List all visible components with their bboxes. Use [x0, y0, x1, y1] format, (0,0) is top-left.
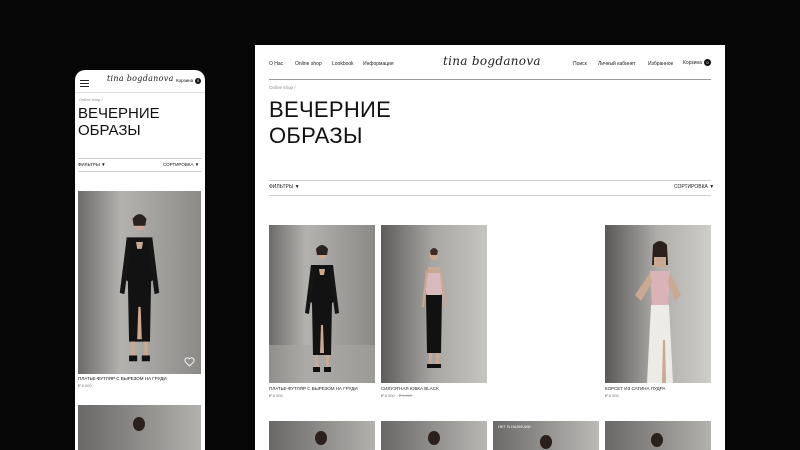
- page-title-line-1: ВЕЧЕРНИЕ: [269, 97, 392, 122]
- breadcrumb[interactable]: Online shop /: [269, 85, 296, 90]
- product-image-dress[interactable]: [269, 225, 375, 383]
- nav-lookbook[interactable]: Lookbook: [332, 61, 354, 67]
- filter-bar-bottom-divider: [269, 195, 711, 196]
- triangle-down-icon: ▼: [194, 162, 200, 167]
- product-name-skirt[interactable]: СИЛУЭТНАЯ ЮБКА BLACK: [381, 386, 439, 391]
- mobile-product-name[interactable]: ПЛАТЬЕ-ФУТЛЯР С ВЫРЕЗОМ НА ГРУДИ: [78, 376, 167, 381]
- product-price-skirt: ₽ 8 000 ₽ 8 000: [381, 393, 412, 398]
- nav-account[interactable]: Личный кабинет: [598, 61, 636, 67]
- mobile-cart-count-badge: 0: [195, 78, 202, 84]
- heart-icon[interactable]: [184, 357, 195, 367]
- mobile-product-image-dress[interactable]: [78, 191, 201, 374]
- product-photo: [605, 225, 711, 383]
- product-name-dress[interactable]: ПЛАТЬЕ-ФУТЛЯР С ВЫРЕЗОМ НА ГРУДИ: [269, 386, 358, 391]
- triangle-down-icon: ▼: [294, 184, 300, 190]
- cart-label: Корзина: [683, 59, 703, 66]
- hamburger-icon[interactable]: [80, 80, 89, 89]
- mobile-page-title-line-2: ОБРАЗЫ: [78, 122, 141, 139]
- mobile-cart[interactable]: Корзина 0: [176, 78, 202, 84]
- nav-search[interactable]: Поиск: [573, 61, 587, 67]
- mobile-filters-button[interactable]: ФИЛЬТРЫ ▼: [78, 162, 106, 167]
- product-image-row2-2[interactable]: [381, 421, 487, 450]
- mobile-product-photo: [78, 191, 201, 374]
- sort-button[interactable]: СОРТИРОВКА ▼: [674, 184, 714, 190]
- product-image-row2-4[interactable]: [605, 421, 711, 450]
- mobile-page-title: ВЕЧЕРНИЕ ОБРАЗЫ: [78, 105, 160, 139]
- product-photo: [269, 225, 375, 383]
- mobile-sort-button[interactable]: СОРТИРОВКА ▼: [163, 162, 199, 167]
- model-head: [133, 417, 145, 431]
- product-image-skirt[interactable]: [381, 225, 487, 383]
- mobile-breadcrumb[interactable]: Online shop /: [79, 97, 103, 102]
- cart-count-badge: 0: [704, 59, 712, 66]
- model-head: [540, 435, 552, 449]
- nav-info[interactable]: Информация: [363, 61, 394, 67]
- nav-online-shop[interactable]: Online shop: [295, 61, 322, 67]
- mobile-product-image-next[interactable]: [78, 405, 201, 450]
- filters-button[interactable]: ФИЛЬТРЫ ▼: [269, 184, 300, 190]
- nav-cart[interactable]: Корзина 0: [683, 59, 712, 66]
- model-head: [428, 431, 440, 445]
- mobile-filters-label: ФИЛЬТРЫ: [78, 162, 100, 167]
- triangle-down-icon: ▼: [709, 184, 715, 190]
- price-old: ₽ 8 000: [398, 393, 413, 398]
- brand-logo[interactable]: tina bogdanova: [443, 54, 541, 68]
- mobile-filter-bottom-divider: [78, 171, 202, 172]
- price-current: ₽ 8 000: [381, 393, 395, 398]
- product-image-corset[interactable]: [605, 225, 711, 383]
- out-of-stock-badge: НЕТ В НАЛИЧИИ: [498, 424, 531, 429]
- mobile-product-price: ₽ 8 000: [78, 383, 92, 388]
- mobile-brand-logo[interactable]: tina bogdanova: [107, 74, 174, 83]
- filters-label: ФИЛЬТРЫ: [269, 184, 294, 190]
- mobile-sort-label: СОРТИРОВКА: [163, 162, 194, 167]
- nav-favorites[interactable]: Избранное: [648, 61, 673, 67]
- product-image-row2-3[interactable]: НЕТ В НАЛИЧИИ: [493, 421, 599, 450]
- mobile-mockup: tina bogdanova Корзина 0 Online shop / ВЕ…: [75, 70, 205, 450]
- desktop-mockup: О Нас Online shop Lookbook Информация ti…: [255, 45, 725, 450]
- model-head: [315, 431, 327, 445]
- page-title: ВЕЧЕРНИЕ ОБРАЗЫ: [269, 97, 391, 149]
- mobile-page-title-line-1: ВЕЧЕРНИЕ: [78, 105, 160, 122]
- page-title-line-2: ОБРАЗЫ: [269, 123, 363, 148]
- sort-label: СОРТИРОВКА: [674, 184, 708, 190]
- mobile-cart-label: Корзина: [176, 78, 194, 84]
- nav-about[interactable]: О Нас: [269, 61, 283, 67]
- mobile-header-divider: [75, 92, 205, 93]
- product-price-dress: ₽ 8 000: [269, 393, 283, 398]
- product-image-row2-1[interactable]: [269, 421, 375, 450]
- triangle-down-icon: ▼: [101, 162, 106, 167]
- product-name-corset[interactable]: КОРСЕТ ИЗ САТИНА ПУДРА: [605, 386, 665, 391]
- product-price-corset: ₽ 8 000: [605, 393, 619, 398]
- header-divider: [269, 79, 711, 80]
- filter-bar-top-divider: [269, 180, 711, 181]
- model-head: [651, 433, 663, 447]
- mobile-filter-top-divider: [78, 158, 202, 159]
- product-photo: [381, 225, 487, 383]
